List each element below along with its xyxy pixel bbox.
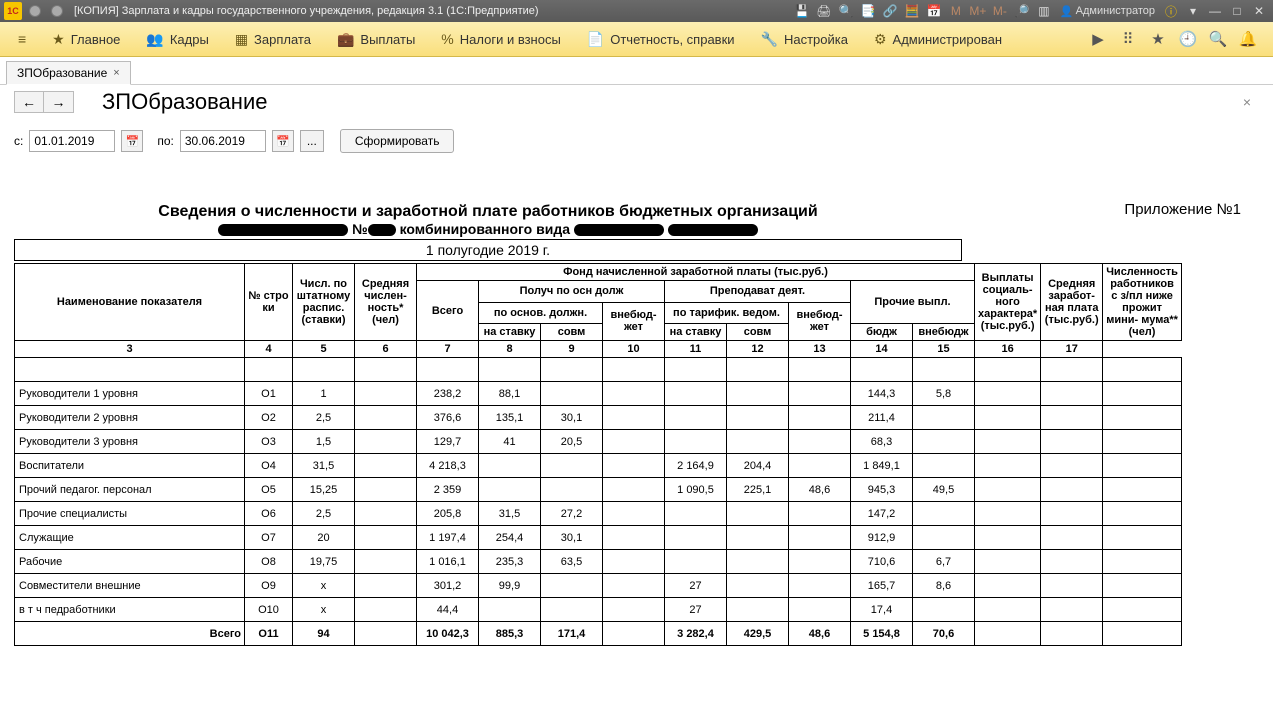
window-titlebar: 1C [КОПИЯ] Зарплата и кадры государствен… bbox=[0, 0, 1273, 22]
hdr-name: Наименование показателя bbox=[15, 264, 245, 341]
report-area: Сведения о численности и заработной плат… bbox=[14, 203, 1259, 697]
current-user[interactable]: 👤Администратор bbox=[1056, 5, 1159, 18]
hdr-staff: Числ. по штатному распис. (ставки) bbox=[293, 264, 355, 341]
menu-otchet[interactable]: 📄Отчетность, справки bbox=[577, 27, 745, 52]
close-window-icon[interactable]: ✕ bbox=[1249, 2, 1269, 20]
save-icon[interactable]: 💾 bbox=[792, 2, 812, 20]
to-label: по: bbox=[157, 134, 174, 148]
page-close-icon[interactable]: × bbox=[1235, 90, 1259, 114]
menu-main[interactable]: ★Главное bbox=[42, 27, 130, 52]
hdr-soc: Выплаты социаль- ного характера* (тыс.ру… bbox=[975, 264, 1041, 341]
hdr-total: Всего bbox=[417, 281, 479, 341]
main-menu: ≡ ★Главное 👥Кадры ▦Зарплата 💼Выплаты %На… bbox=[0, 22, 1273, 57]
table-row: Прочий педагог. персоналО515,252 3591 09… bbox=[15, 478, 1182, 502]
hdr-teach-offb: внебюд- жет bbox=[789, 302, 851, 341]
table-row: в т ч педработникиО10х44,42717,4 bbox=[15, 598, 1182, 622]
report-title: Сведения о численности и заработной плат… bbox=[14, 203, 962, 221]
favorite-icon[interactable]: ★ bbox=[1147, 28, 1169, 50]
hdr-teach: Преподават деят. bbox=[665, 281, 851, 303]
hdr-rate2: на ставку bbox=[665, 324, 727, 341]
nav-forward-button[interactable]: → bbox=[44, 91, 74, 113]
from-label: с: bbox=[14, 134, 23, 148]
table-row: Руководители 3 уровняО31,5129,74120,568,… bbox=[15, 430, 1182, 454]
memory-mminus-icon[interactable]: M- bbox=[990, 2, 1010, 20]
window-title: [КОПИЯ] Зарплата и кадры государственног… bbox=[74, 5, 539, 17]
date-to-calendar-icon[interactable]: 📅 bbox=[272, 130, 294, 152]
hdr-avgpay: Средняя заработ- ная плата (тыс.руб.) bbox=[1041, 264, 1103, 341]
menu-nalogi[interactable]: %Налоги и взносы bbox=[431, 27, 571, 51]
menu-burger[interactable]: ≡ bbox=[8, 27, 36, 51]
menu-admin[interactable]: ⚙Администрирован bbox=[864, 27, 1012, 52]
menu-zarplata[interactable]: ▦Зарплата bbox=[225, 27, 321, 52]
hdr-combo2: совм bbox=[727, 324, 789, 341]
tab-label: ЗПОбразование bbox=[17, 66, 107, 80]
date-from-calendar-icon[interactable]: 📅 bbox=[121, 130, 143, 152]
hdr-avg: Средняя числен- ность* (чел) bbox=[355, 264, 417, 341]
hdr-main-base: по основ. должн. bbox=[479, 302, 603, 324]
date-from-input[interactable] bbox=[29, 130, 115, 152]
history-icon[interactable]: 🕘 bbox=[1177, 28, 1199, 50]
scroll-right-icon[interactable]: ▶ bbox=[1087, 28, 1109, 50]
table-row: СлужащиеО7201 197,4254,430,1912,9 bbox=[15, 526, 1182, 550]
column-numbers-row: 3 4567891011121314151617 bbox=[15, 341, 1182, 358]
hdr-offb2: внебюдж bbox=[913, 324, 975, 341]
info-icon[interactable]: ⓘ bbox=[1161, 2, 1181, 20]
titlebar-dropdown-icon[interactable] bbox=[26, 2, 44, 20]
hdr-cntlow: Численность работников с з/пл ниже прожи… bbox=[1103, 264, 1182, 341]
report-period: 1 полугодие 2019 г. bbox=[14, 239, 962, 261]
table-row: РабочиеО819,751 016,1235,363,5710,66,7 bbox=[15, 550, 1182, 574]
tab-zpobrazovanie[interactable]: ЗПОбразование × bbox=[6, 61, 131, 85]
hdr-fund: Фонд начисленной заработной платы (тыс.р… bbox=[417, 264, 975, 281]
period-picker-button[interactable]: ... bbox=[300, 130, 324, 152]
report-table: Наименование показателя № стро ки Числ. … bbox=[14, 263, 1182, 646]
minimize-icon[interactable]: — bbox=[1205, 2, 1225, 20]
generate-button[interactable]: Сформировать bbox=[340, 129, 455, 153]
appendix-label: Приложение №1 bbox=[1124, 203, 1241, 218]
hdr-other: Прочие выпл. bbox=[851, 281, 975, 324]
preview-icon[interactable]: 🔍 bbox=[836, 2, 856, 20]
hdr-rate: на ставку bbox=[479, 324, 541, 341]
hdr-rownum: № стро ки bbox=[245, 264, 293, 341]
zoom-in-icon[interactable]: 🔎 bbox=[1012, 2, 1032, 20]
open-tabs: ЗПОбразование × bbox=[0, 57, 1273, 85]
menu-vyplaty[interactable]: 💼Выплаты bbox=[327, 27, 425, 52]
table-row: Прочие специалистыО62,5205,831,527,2147,… bbox=[15, 502, 1182, 526]
hdr-teach-base: по тарифик. ведом. bbox=[665, 302, 789, 324]
compare-icon[interactable]: 📑 bbox=[858, 2, 878, 20]
calendar-icon[interactable]: 📅 bbox=[924, 2, 944, 20]
page-title: ЗПОбразование bbox=[102, 89, 267, 115]
apps-grid-icon[interactable]: ⠿ bbox=[1117, 28, 1139, 50]
hdr-main: Получ по осн долж bbox=[479, 281, 665, 303]
filter-row: с: 📅 по: 📅 ... Сформировать bbox=[0, 117, 1273, 163]
memory-m-icon[interactable]: M bbox=[946, 2, 966, 20]
report-subtitle: № комбинированного вида bbox=[14, 221, 962, 237]
menu-nastroyka[interactable]: 🔧Настройка bbox=[751, 27, 858, 52]
menu-kadry[interactable]: 👥Кадры bbox=[136, 27, 218, 52]
app-logo: 1C bbox=[4, 2, 22, 20]
table-row: Руководители 2 уровняО22,5376,6135,130,1… bbox=[15, 406, 1182, 430]
titlebar-toolbar: 💾 🖨 🔍 📑 🔗 🧮 📅 M M+ M- 🔎 ▥ 👤Администратор… bbox=[792, 2, 1269, 20]
link-icon[interactable]: 🔗 bbox=[880, 2, 900, 20]
calc-icon[interactable]: 🧮 bbox=[902, 2, 922, 20]
table-row: ВоспитателиО431,54 218,32 164,9204,41 84… bbox=[15, 454, 1182, 478]
hdr-main-offb: внебюд- жет bbox=[603, 302, 665, 341]
print-icon[interactable]: 🖨 bbox=[814, 2, 834, 20]
bell-icon[interactable]: 🔔 bbox=[1237, 28, 1259, 50]
titlebar-dropdown-icon[interactable] bbox=[48, 2, 66, 20]
table-row: Руководители 1 уровняО11238,288,1144,35,… bbox=[15, 382, 1182, 406]
maximize-icon[interactable]: □ bbox=[1227, 2, 1247, 20]
hdr-combo: совм bbox=[541, 324, 603, 341]
tab-close-icon[interactable]: × bbox=[113, 67, 119, 79]
panels-icon[interactable]: ▥ bbox=[1034, 2, 1054, 20]
nav-back-button[interactable]: ← bbox=[14, 91, 44, 113]
dropdown-icon[interactable]: ▾ bbox=[1183, 2, 1203, 20]
table-total-row: ВсегоО119410 042,3885,3171,43 282,4429,5… bbox=[15, 622, 1182, 646]
date-to-input[interactable] bbox=[180, 130, 266, 152]
hdr-budg: бюдж bbox=[851, 324, 913, 341]
table-row: Совместители внешниеО9х301,299,927165,78… bbox=[15, 574, 1182, 598]
memory-mplus-icon[interactable]: M+ bbox=[968, 2, 988, 20]
search-icon[interactable]: 🔍 bbox=[1207, 28, 1229, 50]
